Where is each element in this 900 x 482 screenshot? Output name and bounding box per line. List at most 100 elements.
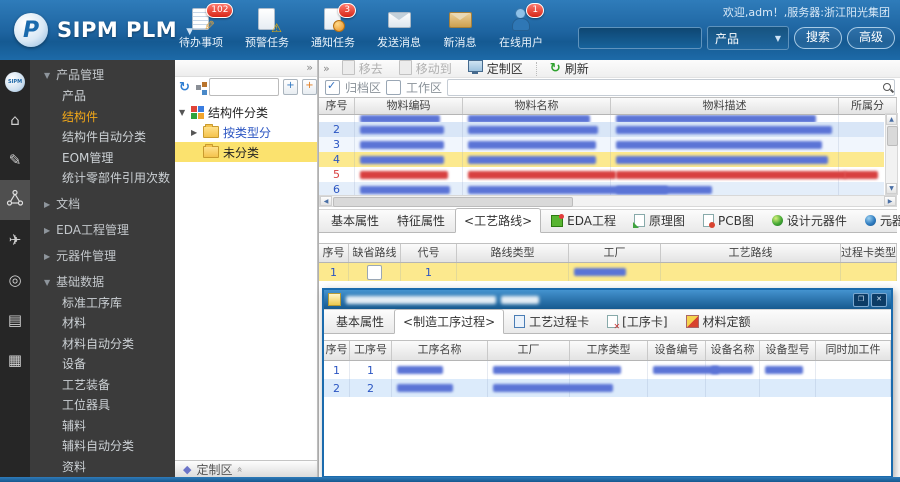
sidebar-item-4-4[interactable]: 工艺装备	[30, 375, 175, 396]
tab-ptabbar-3[interactable]: [工序卡]	[599, 310, 675, 333]
table-cell	[839, 167, 884, 182]
row-checkbox[interactable]	[367, 264, 382, 280]
topbar-item-send-message[interactable]: 发送消息	[366, 7, 432, 50]
cell-text: 2	[333, 123, 340, 136]
rail-item-3[interactable]	[0, 180, 30, 220]
tab-ptabbar-0[interactable]: 基本属性	[328, 310, 392, 333]
tab-tabbar1-6[interactable]: 设计元器件	[764, 209, 855, 232]
sidebar-item-0-3[interactable]: EOM管理	[30, 148, 175, 169]
sidebar-item-0-1[interactable]: 结构件	[30, 107, 175, 128]
vertical-scrollbar[interactable]: ▲ ▼	[885, 113, 898, 195]
tab-tabbar1-0[interactable]: 基本属性	[323, 209, 387, 232]
close-button[interactable]: ✕	[871, 292, 887, 307]
toolbar-button-2[interactable]: 定制区	[462, 60, 529, 77]
topbar-item-label: 发送消息	[377, 36, 421, 49]
topbar-item-label: 通知任务	[311, 36, 355, 49]
sidebar-item-0-2[interactable]: 结构件自动分类	[30, 127, 175, 148]
sidebar-item-4-1[interactable]: 材料	[30, 313, 175, 334]
sidebar-group-0[interactable]: ▼ 产品管理	[30, 65, 175, 86]
rail-item-5[interactable]: ◎	[0, 260, 30, 300]
sidebar-group-3[interactable]: ▶ 元器件管理	[30, 246, 175, 267]
tree-node-0[interactable]: ▶ 按类型分	[175, 122, 317, 142]
sidebar-item-4-3[interactable]: 设备	[30, 354, 175, 375]
horizontal-scrollbar[interactable]: ◀ ▶	[319, 195, 897, 207]
topbar-item-notify-tasks[interactable]: 3 通知任务	[300, 3, 366, 50]
rail-item-4[interactable]: ✈	[0, 220, 30, 260]
global-search-input[interactable]	[577, 27, 702, 49]
more-tabs-chevron-icon[interactable]: »	[886, 216, 893, 229]
sidebar-item-0-4[interactable]: 统计零部件引用次数	[30, 168, 175, 189]
tab-tabbar1-1[interactable]: 特征属性	[389, 209, 453, 232]
rail-item-7[interactable]: ▦	[0, 340, 30, 380]
cell-text: 5	[333, 168, 340, 181]
horizontal-scroll-thumb[interactable]	[333, 197, 573, 207]
notification-badge: 3	[338, 3, 357, 18]
rail-item-1[interactable]: ⌂	[0, 100, 30, 140]
table-cell	[355, 137, 463, 152]
tab-ptabbar-4[interactable]: 材料定额	[678, 310, 759, 333]
table-row-2[interactable]: 3	[319, 137, 884, 152]
tab-ptabbar-1[interactable]: <制造工序过程>	[394, 309, 505, 334]
filter-checkbox-0[interactable]	[325, 79, 340, 95]
tab-tabbar1-3[interactable]: EDA工程	[543, 209, 624, 232]
sidebar-item-4-2[interactable]: 材料自动分类	[30, 334, 175, 355]
tab-tabbar1-5[interactable]: PCB图	[695, 209, 762, 232]
topbar-item-warning-tasks[interactable]: 预警任务	[234, 7, 300, 50]
collapse-chevron-icon[interactable]: »	[306, 61, 313, 74]
table-row-0[interactable]: 11	[319, 263, 897, 281]
topbar-item-new-message[interactable]: 新消息	[432, 7, 488, 50]
tab-ptabbar-2[interactable]: 工艺过程卡	[506, 310, 597, 333]
panel-chevron-icon[interactable]: »	[323, 62, 330, 75]
topbar-item-todo[interactable]: 102 待办事项	[168, 3, 234, 50]
tab-tabbar1-7[interactable]: 元器件清单	[857, 209, 900, 232]
table-row-1[interactable]: 22	[324, 379, 891, 397]
popup-title-bar[interactable]: ❐ ✕	[324, 290, 891, 309]
rail-item-6[interactable]: ▤	[0, 300, 30, 340]
sidebar-item-4-5[interactable]: 工位器具	[30, 395, 175, 416]
scroll-right-arrow-icon[interactable]: ▶	[884, 196, 896, 206]
add-category-button[interactable]: +	[302, 79, 317, 95]
table-row-0[interactable]	[319, 115, 884, 122]
table-row-4[interactable]: 5	[319, 167, 884, 182]
filter-checkbox-1[interactable]	[386, 80, 402, 95]
app-logo[interactable]: P SIPM PLM ▼	[14, 13, 193, 47]
tab-tabbar1-2[interactable]: <工艺路线>	[455, 208, 542, 233]
sidebar-group-1[interactable]: ▶ 文档	[30, 194, 175, 215]
sidebar-item-4-8[interactable]: 资料	[30, 457, 175, 478]
maximize-button[interactable]: ❐	[853, 292, 869, 307]
search-button[interactable]: 搜索	[793, 27, 842, 49]
sidebar-item-4-7[interactable]: 辅料自动分类	[30, 436, 175, 457]
sidebar-item-4-0[interactable]: 标准工序库	[30, 293, 175, 314]
search-icon[interactable]	[882, 82, 894, 94]
search-category-select[interactable]: 产品 ▼	[706, 26, 789, 50]
sidebar-group-4[interactable]: ▼ 基础数据	[30, 272, 175, 293]
advanced-search-button[interactable]: 高级	[846, 27, 895, 49]
rail-item-2[interactable]: ✎	[0, 140, 30, 180]
table-row-1[interactable]: 2	[319, 122, 884, 137]
tree-hierarchy-icon[interactable]	[195, 84, 201, 90]
topbar-item-label: 在线用户	[499, 36, 543, 49]
topbar-item-online-users[interactable]: 1 在线用户	[488, 3, 554, 50]
material-filter-input[interactable]	[447, 79, 895, 96]
scroll-left-arrow-icon[interactable]: ◀	[320, 196, 332, 206]
chevron-icon: ▶	[44, 199, 51, 209]
tree-collapse-strip: »	[175, 60, 317, 77]
sidebar-item-0-0[interactable]: 产品	[30, 86, 175, 107]
rail-item-0[interactable]: SIPM	[0, 60, 30, 100]
table-row-0[interactable]: 11	[324, 361, 891, 379]
tree-filter-input[interactable]	[208, 78, 279, 96]
custom-area-footer[interactable]: ◆ 定制区 »	[175, 460, 317, 477]
scroll-down-arrow-icon[interactable]: ▼	[886, 183, 897, 194]
tree-node-1[interactable]: 未分类	[175, 142, 317, 162]
sidebar-item-4-6[interactable]: 辅料	[30, 416, 175, 437]
toolbar-button-3[interactable]: ↻ 刷新	[544, 61, 595, 77]
table-cell	[760, 361, 816, 379]
sidebar-group-2[interactable]: ▶ EDA工程管理	[30, 220, 175, 241]
vertical-scroll-thumb[interactable]	[887, 126, 898, 146]
add-node-button[interactable]: +	[283, 79, 298, 95]
tab-tabbar1-4[interactable]: 原理图	[626, 209, 693, 232]
tree-refresh-icon[interactable]: ↻	[179, 80, 190, 95]
table-row-3[interactable]: 4	[319, 152, 884, 167]
scroll-up-arrow-icon[interactable]: ▲	[886, 114, 897, 125]
tree-root-node[interactable]: ▼ 结构件分类	[175, 102, 317, 122]
